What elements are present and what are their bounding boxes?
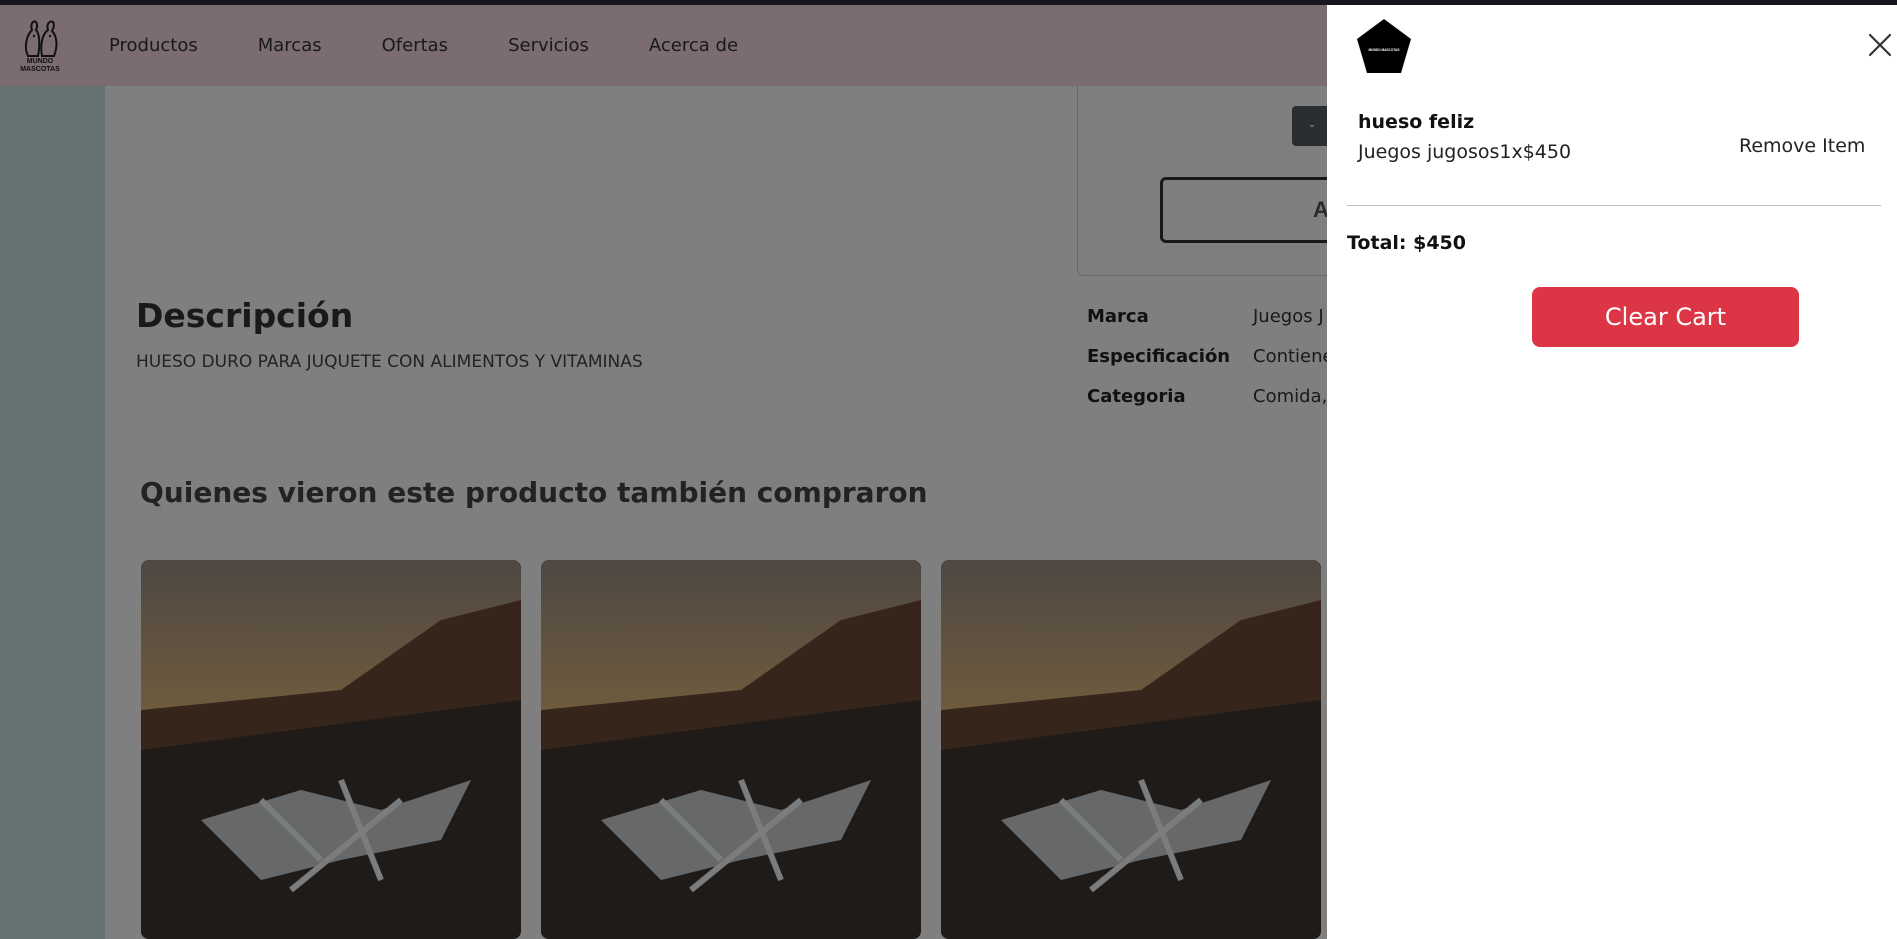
- cart-logo: MUNDO MASCOTAS: [1357, 19, 1411, 73]
- clear-cart-button[interactable]: Clear Cart: [1532, 287, 1799, 347]
- cart-item-detail: Juegos jugosos1x$450: [1358, 141, 1572, 163]
- remove-item-button[interactable]: Remove Item: [1739, 135, 1865, 157]
- cart-offcanvas: MUNDO MASCOTAS hueso feliz Juegos jugoso…: [1327, 5, 1897, 939]
- cart-divider: [1347, 205, 1881, 206]
- cart-total: Total: $450: [1347, 232, 1467, 254]
- cart-logo-text: MUNDO MASCOTAS: [1369, 48, 1400, 52]
- close-icon[interactable]: [1867, 32, 1893, 58]
- cart-item-name: hueso feliz: [1358, 111, 1475, 133]
